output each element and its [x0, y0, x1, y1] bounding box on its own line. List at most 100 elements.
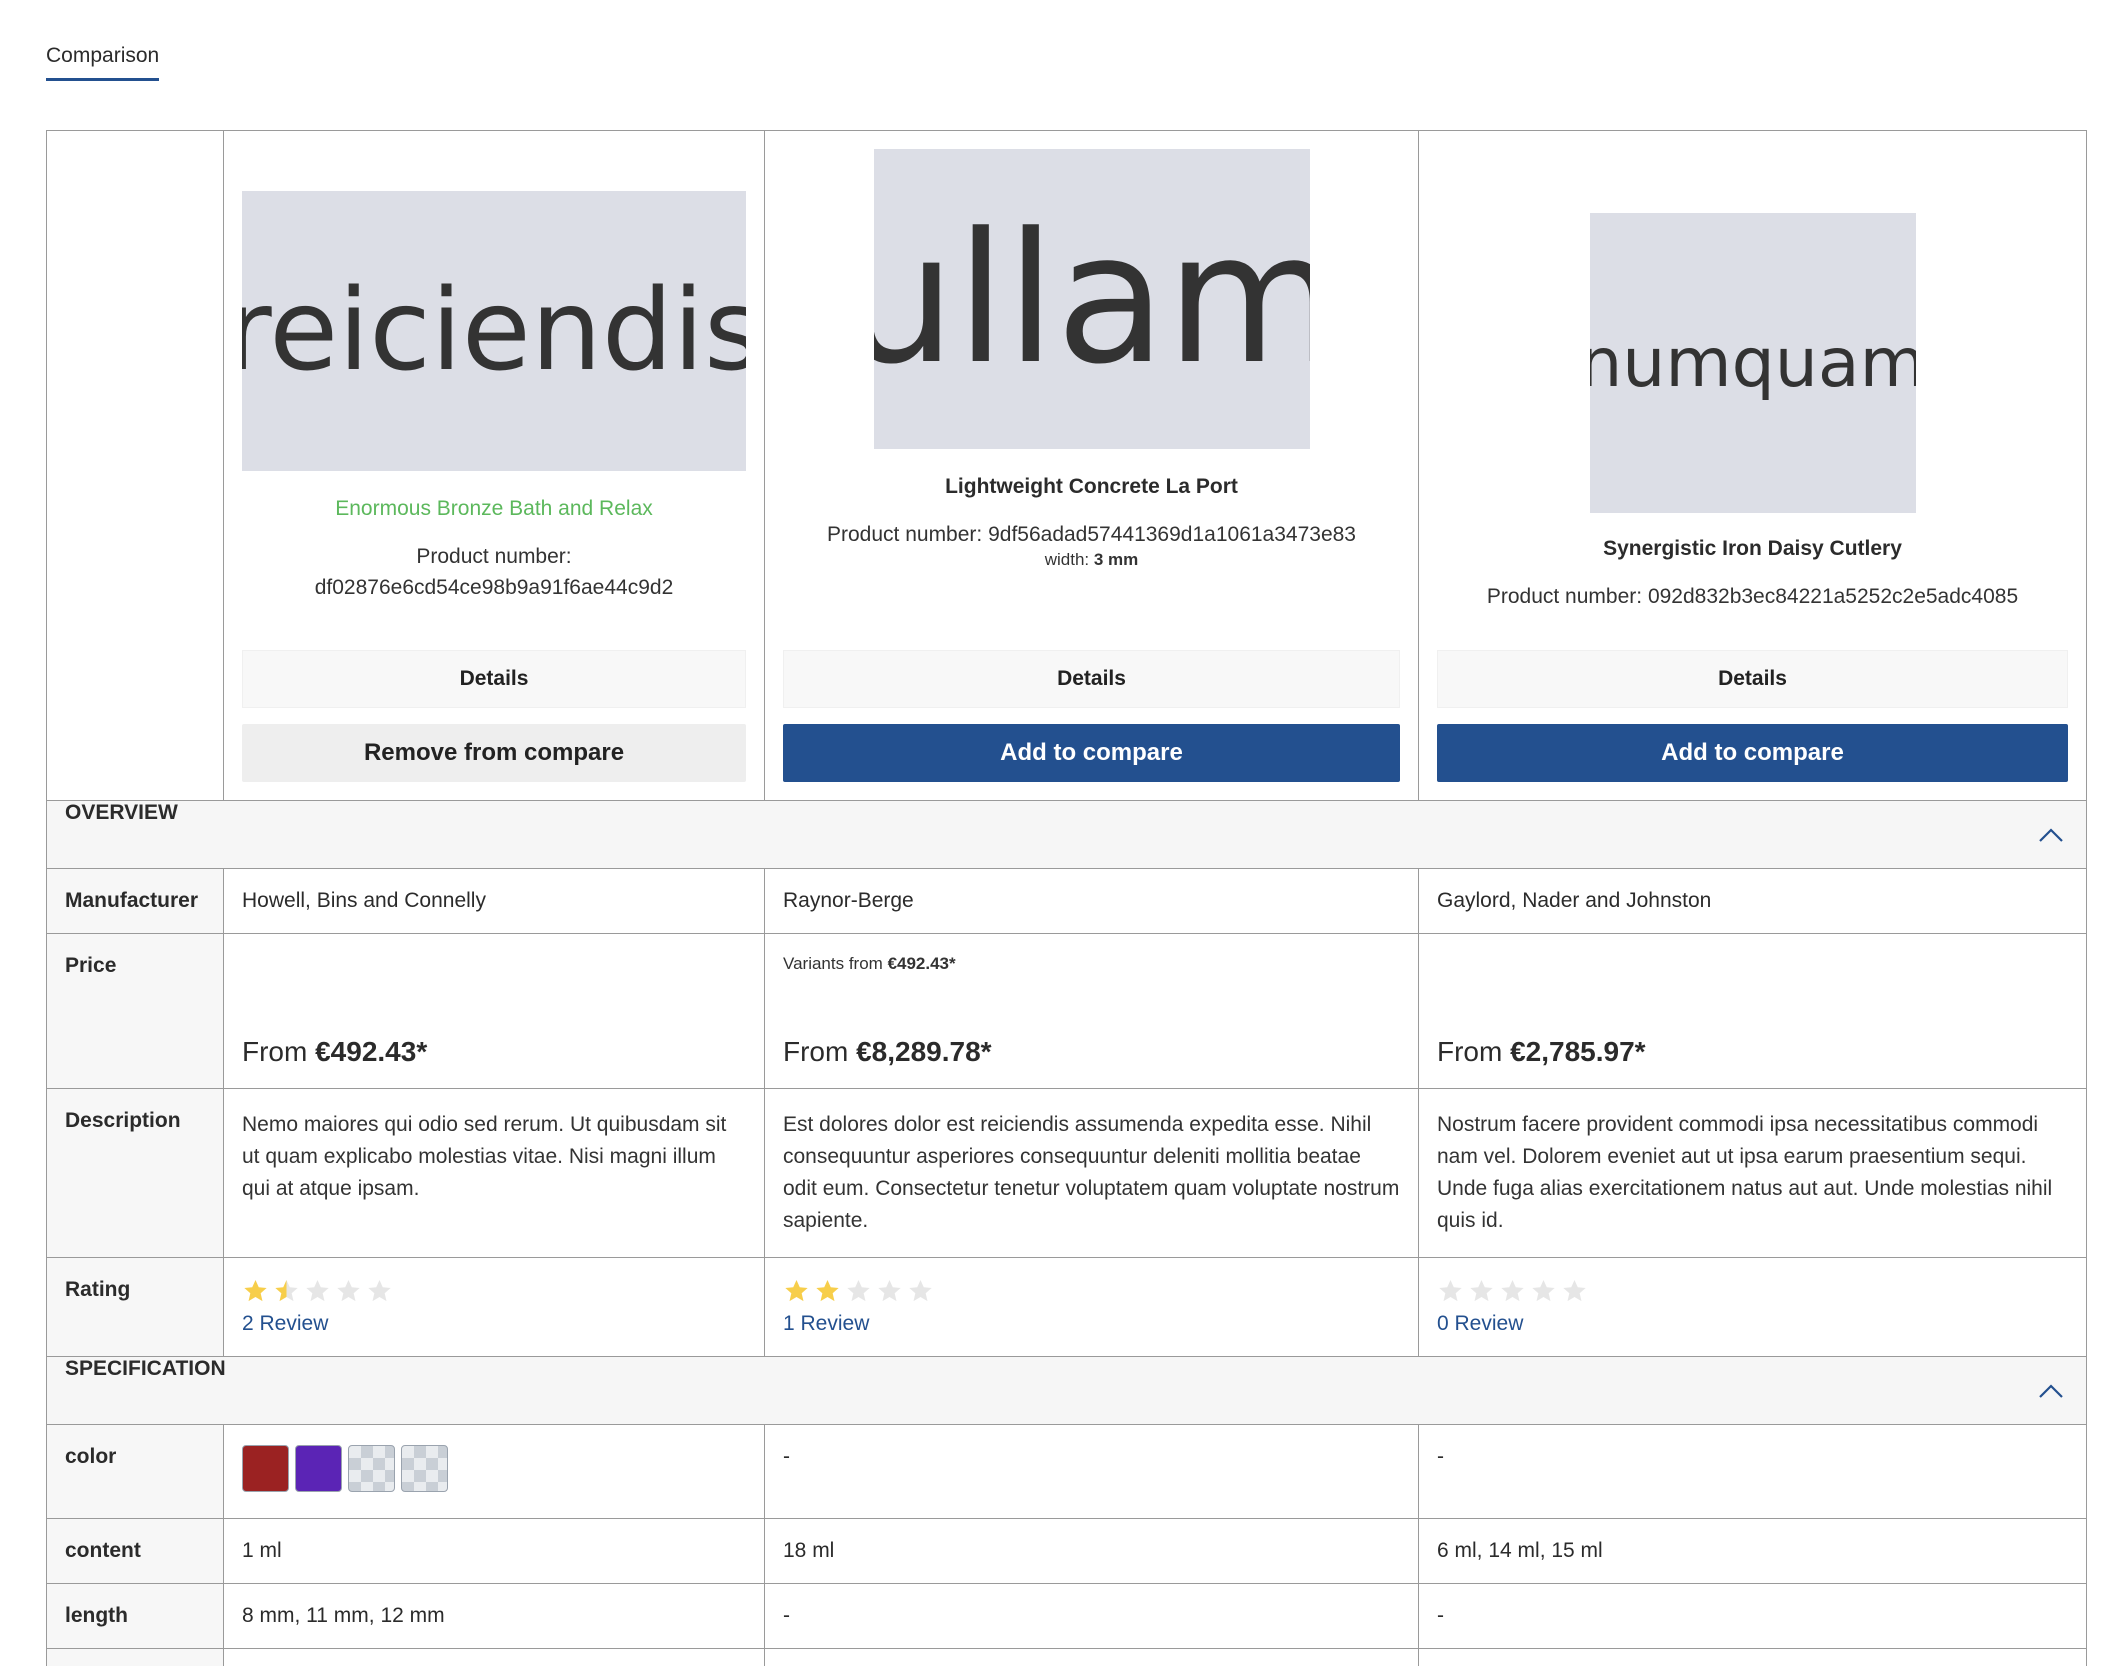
color-value: - — [764, 1424, 1419, 1519]
product-number-value: df02876e6cd54ce98b9a91f6ae44c9d2 — [314, 576, 674, 599]
star-icon — [909, 1280, 932, 1302]
product-name[interactable]: Enormous Bronze Bath and Relax — [242, 497, 746, 521]
color-swatch[interactable] — [295, 1445, 342, 1492]
product-image[interactable]: ullam — [873, 149, 1310, 449]
remove-from-compare-button[interactable]: Remove from compare — [242, 724, 746, 782]
specification-section-header[interactable]: SPECIFICATION — [46, 1356, 2087, 1425]
star-icon — [785, 1280, 808, 1302]
product-image[interactable]: numquam — [1589, 213, 1916, 513]
manufacturer-value: Howell, Bins and Connelly — [223, 868, 765, 934]
product-actions: Details Add to compare — [1437, 650, 2068, 782]
description-row: Description Nemo maiores qui odio sed re… — [46, 1088, 2087, 1258]
length-value: - — [1418, 1583, 2087, 1649]
product-actions: Details Remove from compare — [242, 650, 746, 782]
product-number: Product number: 092d832b3ec84221a5252c2e… — [1437, 581, 2068, 612]
comparison-page: Comparison reiciendis Enormous Bronze Ba… — [0, 0, 2118, 1666]
product-variant: width: 3 mm — [783, 550, 1400, 570]
price-amount: €8,289.78* — [856, 1036, 992, 1067]
review-link[interactable]: 0 Review — [1437, 1312, 1523, 1336]
star-icon — [1439, 1280, 1462, 1302]
star-icon — [337, 1280, 360, 1302]
product-card: numquam Synergistic Iron Daisy Cutlery P… — [1418, 130, 2087, 801]
product-number-value: 9df56adad57441369d1a1061a3473e83 — [988, 523, 1356, 546]
star-icon — [368, 1280, 391, 1302]
color-swatch[interactable] — [242, 1445, 289, 1492]
length-row: length 8 mm, 11 mm, 12 mm - - — [46, 1583, 2087, 1649]
review-link[interactable]: 2 Review — [242, 1312, 328, 1336]
row-label: Manufacturer — [46, 868, 224, 934]
description-cell: Est dolores dolor est reiciendis assumen… — [764, 1088, 1419, 1258]
manufacturer-row: Manufacturer Howell, Bins and Connelly R… — [46, 868, 2087, 934]
price-row: Price From €492.43* Variants from €492.4… — [46, 933, 2087, 1089]
specification-section-cell[interactable]: SPECIFICATION — [46, 1356, 2087, 1425]
row-label: Description — [46, 1088, 224, 1258]
row-label: color — [46, 1424, 224, 1519]
price-prefix: From — [783, 1036, 857, 1067]
product-name[interactable]: Lightweight Concrete La Port — [783, 475, 1400, 499]
color-cell — [223, 1424, 765, 1519]
tab-bar: Comparison — [46, 44, 160, 81]
manufacturer-value: Raynor-Berge — [764, 868, 1419, 934]
tab-comparison[interactable]: Comparison — [46, 44, 160, 81]
description-cell: Nemo maiores qui odio sed rerum. Ut quib… — [223, 1088, 765, 1258]
next-row — [46, 1648, 2087, 1666]
star-icon — [878, 1280, 901, 1302]
details-button[interactable]: Details — [783, 650, 1400, 708]
rating-row: Rating 2 Review 1 Review 0 Review — [46, 1257, 2087, 1357]
color-swatch[interactable] — [348, 1445, 395, 1492]
product-number-label: Product number: — [827, 523, 983, 546]
row-label — [46, 1648, 224, 1666]
details-button[interactable]: Details — [242, 650, 746, 708]
product-actions: Details Add to compare — [783, 650, 1400, 782]
overview-section-header[interactable]: OVERVIEW — [46, 800, 2087, 869]
product-name[interactable]: Synergistic Iron Daisy Cutlery — [1437, 537, 2068, 561]
price-value: From €492.43* — [242, 1036, 427, 1068]
star-rating — [1437, 1278, 2068, 1306]
variants-amount: €492.43* — [887, 954, 956, 973]
length-value: - — [764, 1583, 1419, 1649]
row-label: Price — [46, 933, 224, 1089]
content-value: 18 ml — [764, 1518, 1419, 1584]
overview-section-cell[interactable]: OVERVIEW — [46, 800, 2087, 869]
product-card: ullam Lightweight Concrete La Port Produ… — [764, 130, 1419, 801]
content-row: content 1 ml 18 ml 6 ml, 14 ml, 15 ml — [46, 1518, 2087, 1584]
price-prefix: From — [1437, 1036, 1511, 1067]
description-text: Nostrum facere provident commodi ipsa ne… — [1437, 1113, 2053, 1232]
row-label: Rating — [46, 1257, 224, 1357]
star-icon — [1501, 1280, 1524, 1302]
star-rating — [783, 1278, 1400, 1306]
product-image[interactable]: reiciendis — [242, 191, 746, 471]
add-to-compare-button[interactable]: Add to compare — [1437, 724, 2068, 782]
rating-cell: 2 Review — [223, 1257, 765, 1357]
color-swatch[interactable] — [401, 1445, 448, 1492]
manufacturer-value: Gaylord, Nader and Johnston — [1418, 868, 2087, 934]
next-row-cell — [1418, 1648, 2087, 1666]
product-number-label: Product number: — [1486, 585, 1643, 608]
price-amount: €2,785.97* — [1510, 1036, 1646, 1067]
star-icon — [1470, 1280, 1493, 1302]
variant-value: 3 mm — [1093, 550, 1139, 569]
variants-price: Variants from €492.43* — [783, 954, 956, 974]
price-prefix: From — [242, 1036, 316, 1067]
product-number: Product number: 9df56adad57441369d1a1061… — [783, 519, 1400, 550]
description-cell: Nostrum facere provident commodi ipsa ne… — [1418, 1088, 2087, 1258]
content-value: 1 ml — [223, 1518, 765, 1584]
empty-corner-cell — [46, 130, 224, 801]
rating-cell: 1 Review — [764, 1257, 1419, 1357]
add-to-compare-button[interactable]: Add to compare — [783, 724, 1400, 782]
product-header-row: reiciendis Enormous Bronze Bath and Rela… — [46, 130, 2087, 801]
color-value: - — [1418, 1424, 2087, 1519]
review-link[interactable]: 1 Review — [783, 1312, 869, 1336]
section-title: SPECIFICATION — [65, 1357, 226, 1380]
chevron-up-icon[interactable] — [2038, 823, 2064, 849]
next-row-cell — [223, 1648, 765, 1666]
row-label: content — [46, 1518, 224, 1584]
star-icon — [244, 1280, 267, 1302]
details-button[interactable]: Details — [1437, 650, 2068, 708]
color-swatches — [242, 1445, 746, 1492]
price-cell: Variants from €492.43* From €8,289.78* — [764, 933, 1419, 1089]
length-value: 8 mm, 11 mm, 12 mm — [223, 1583, 765, 1649]
star-icon — [816, 1280, 839, 1302]
product-number: Product number: df02876e6cd54ce98b9a91f6… — [242, 541, 746, 603]
chevron-up-icon[interactable] — [2038, 1379, 2064, 1405]
